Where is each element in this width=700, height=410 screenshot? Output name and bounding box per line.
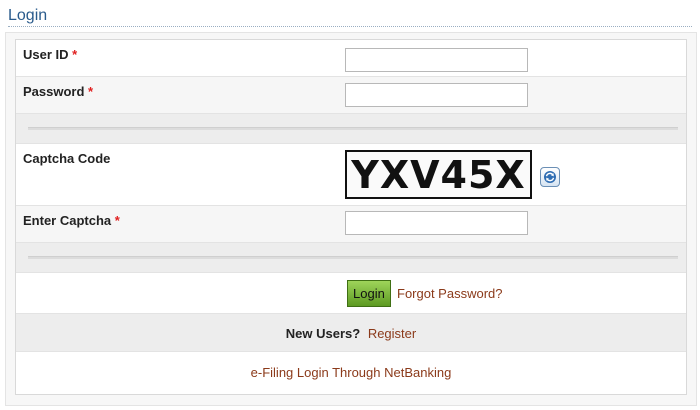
login-actions-row: Login Forgot Password?	[16, 273, 686, 314]
password-row: Password *	[16, 77, 686, 114]
password-label-text: Password	[23, 84, 85, 99]
login-form: User ID * Password * Captcha Code YXV45X	[15, 39, 687, 395]
enter-captcha-label-text: Enter Captcha	[23, 213, 112, 228]
user-id-row: User ID *	[16, 40, 686, 77]
captcha-label: Captcha Code	[23, 151, 111, 166]
login-button[interactable]: Login	[347, 280, 391, 307]
captcha-refresh-button[interactable]	[540, 167, 560, 187]
divider-row	[16, 243, 686, 273]
separator	[28, 127, 678, 130]
netbanking-line: e-Filing Login Through NetBanking	[16, 365, 686, 380]
password-label: Password *	[23, 84, 93, 99]
new-users-row: New Users? Register	[16, 314, 686, 352]
page-title: Login	[8, 5, 692, 27]
separator	[28, 256, 678, 259]
password-input[interactable]	[345, 83, 528, 107]
netbanking-row: e-Filing Login Through NetBanking	[16, 352, 686, 394]
required-mark: *	[72, 47, 78, 62]
divider-row	[16, 114, 686, 144]
login-frame: User ID * Password * Captcha Code YXV45X	[5, 32, 697, 406]
enter-captcha-label: Enter Captcha *	[23, 213, 120, 228]
enter-captcha-input[interactable]	[345, 211, 528, 235]
forgot-password-link[interactable]: Forgot Password?	[397, 286, 503, 301]
new-users-label: New Users?	[285, 326, 361, 341]
refresh-icon	[544, 171, 556, 183]
enter-captcha-row: Enter Captcha *	[16, 206, 686, 243]
captcha-row: Captcha Code YXV45X	[16, 144, 686, 206]
user-id-label-text: User ID	[23, 47, 69, 62]
netbanking-login-link[interactable]: e-Filing Login Through NetBanking	[251, 365, 452, 380]
user-id-input[interactable]	[345, 48, 528, 72]
new-users-line: New Users? Register	[16, 326, 686, 341]
captcha-image: YXV45X	[345, 150, 532, 199]
user-id-label: User ID *	[23, 47, 77, 62]
register-link[interactable]: Register	[368, 326, 416, 341]
required-mark: *	[114, 213, 120, 228]
required-mark: *	[88, 84, 94, 99]
